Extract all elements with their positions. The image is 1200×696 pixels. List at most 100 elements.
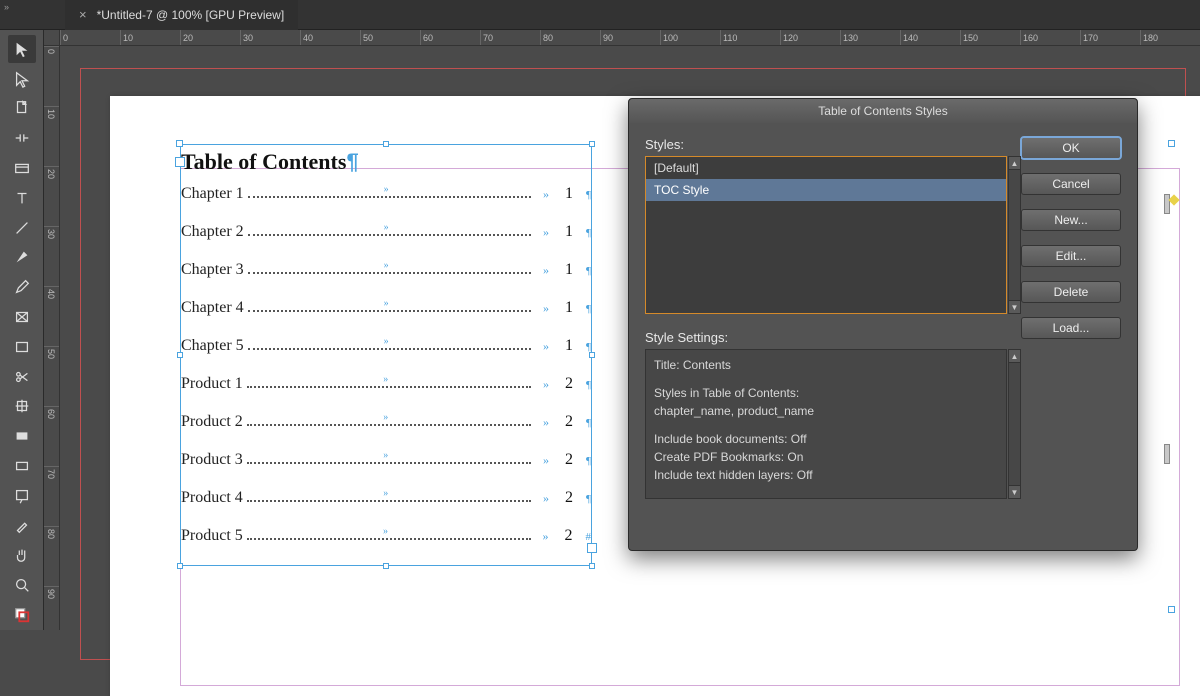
toc-leader-dots: » [247,490,531,502]
scroll-up-icon[interactable]: ▲ [1009,350,1020,363]
rectangle-frame-tool-icon[interactable] [8,303,36,331]
settings-scrollbar[interactable]: ▲ ▼ [1008,349,1021,499]
eyedropper-tool-icon[interactable] [8,512,36,540]
toc-entry-label: Chapter 2 [181,223,244,241]
toc-title: Table of Contents¶ [181,145,591,185]
ruler-tick: 140 [900,30,960,45]
toc-leader-dots: » [248,338,531,350]
cancel-button[interactable]: Cancel [1021,173,1121,195]
toc-styles-dialog: Table of Contents Styles Styles: [Defaul… [628,98,1138,551]
ruler-tick: 80 [540,30,600,45]
scroll-down-icon[interactable]: ▼ [1009,485,1020,498]
ruler-tick: 70 [480,30,540,45]
ruler-tick: 50 [360,30,420,45]
toc-leader-dots: » [247,376,531,388]
toc-entry-page: 2 [565,413,585,431]
ruler-origin[interactable] [44,30,60,46]
gradient-feather-tool-icon[interactable] [8,452,36,480]
tab-mark-icon: » [384,298,389,309]
horizontal-ruler[interactable]: 0102030405060708090100110120130140150160… [60,30,1200,46]
column-guide-handle[interactable] [1164,194,1170,214]
delete-button[interactable]: Delete [1021,281,1121,303]
toc-entry-page: 1 [565,299,585,317]
tab-mark-icon: » [543,415,549,430]
toc-text-frame[interactable]: Table of Contents¶ Chapter 1»»1¶Chapter … [180,144,592,566]
style-list-item[interactable]: TOC Style [646,179,1006,201]
hand-tool-icon[interactable] [8,542,36,570]
gap-tool-icon[interactable] [8,124,36,152]
style-list-item[interactable]: [Default] [646,157,1006,179]
ok-button[interactable]: OK [1021,137,1121,159]
edit-button[interactable]: Edit... [1021,245,1121,267]
load-button[interactable]: Load... [1021,317,1121,339]
app-topbar: » × *Untitled-7 @ 100% [GPU Preview] [0,0,1200,30]
toc-entry: Product 5»»2# [181,527,591,565]
toc-entry: Chapter 4»»1¶ [181,299,591,337]
settings-line: Include text hidden layers: Off [654,466,998,484]
ruler-tick: 40 [44,286,59,346]
toc-entry-page: 1 [565,223,585,241]
frame-handle[interactable] [589,141,595,147]
styles-listbox[interactable]: [Default]TOC Style [645,156,1007,314]
frame-handle[interactable] [177,352,183,358]
frame-handle[interactable] [589,563,595,569]
ruler-tick: 30 [240,30,300,45]
toc-entry: Product 2»»2¶ [181,413,591,451]
listbox-scrollbar[interactable]: ▲ ▼ [1008,156,1021,314]
frame-handle[interactable] [383,141,389,147]
content-collector-tool-icon[interactable] [8,154,36,182]
selection-corner-icon[interactable] [1168,140,1175,147]
tab-mark-icon: » [384,336,389,347]
column-guide-handle[interactable] [1164,444,1170,464]
frame-handle[interactable] [383,563,389,569]
ruler-tick: 100 [660,30,720,45]
fill-stroke-icon[interactable] [8,601,36,629]
ruler-tick: 150 [960,30,1020,45]
scroll-up-icon[interactable]: ▲ [1009,157,1020,170]
new-button[interactable]: New... [1021,209,1121,231]
free-transform-tool-icon[interactable] [8,393,36,421]
toc-entry: Chapter 2»»1¶ [181,223,591,261]
toc-entry-page: 2 [565,375,585,393]
toc-entry-label: Chapter 3 [181,261,244,279]
expand-chevrons-icon[interactable]: » [0,0,10,29]
tab-mark-icon: » [383,374,388,385]
paragraph-mark-icon: ¶ [586,189,591,201]
type-tool-icon[interactable] [8,184,36,212]
selection-corner-icon[interactable] [1168,606,1175,613]
toc-entry: Product 4»»2¶ [181,489,591,527]
direct-selection-tool-icon[interactable] [8,65,36,93]
gradient-swatch-tool-icon[interactable] [8,422,36,450]
frame-handle[interactable] [589,352,595,358]
tab-mark-icon: » [543,225,549,240]
tab-mark-icon: » [543,491,549,506]
page-tool-icon[interactable] [8,95,36,123]
close-tab-icon[interactable]: × [79,7,87,22]
selection-tool-icon[interactable] [8,35,36,63]
out-port-icon[interactable] [587,543,597,553]
pen-tool-icon[interactable] [8,244,36,272]
settings-line: Title: Contents [654,356,998,374]
ruler-tick: 110 [720,30,780,45]
toc-entry-page: 2 [565,489,585,507]
in-port-icon[interactable] [175,157,185,167]
tab-mark-icon: » [383,488,388,499]
style-settings-label: Style Settings: [645,330,1007,345]
frame-handle[interactable] [177,563,183,569]
selection-corner-icon[interactable] [176,140,183,147]
note-tool-icon[interactable] [8,482,36,510]
line-tool-icon[interactable] [8,214,36,242]
tools-panel [0,30,44,630]
settings-line: Styles in Table of Contents: [654,384,998,402]
toc-entry-page: 2 [565,451,585,469]
scissors-tool-icon[interactable] [8,363,36,391]
vertical-ruler[interactable]: 0102030405060708090 [44,46,60,630]
scroll-down-icon[interactable]: ▼ [1009,300,1020,313]
tab-mark-icon: » [384,184,389,195]
document-tab[interactable]: × *Untitled-7 @ 100% [GPU Preview] [65,0,298,30]
rectangle-tool-icon[interactable] [8,333,36,361]
pencil-tool-icon[interactable] [8,273,36,301]
tab-mark-icon: » [383,450,388,461]
zoom-tool-icon[interactable] [8,571,36,599]
tab-mark-icon: » [543,529,549,544]
